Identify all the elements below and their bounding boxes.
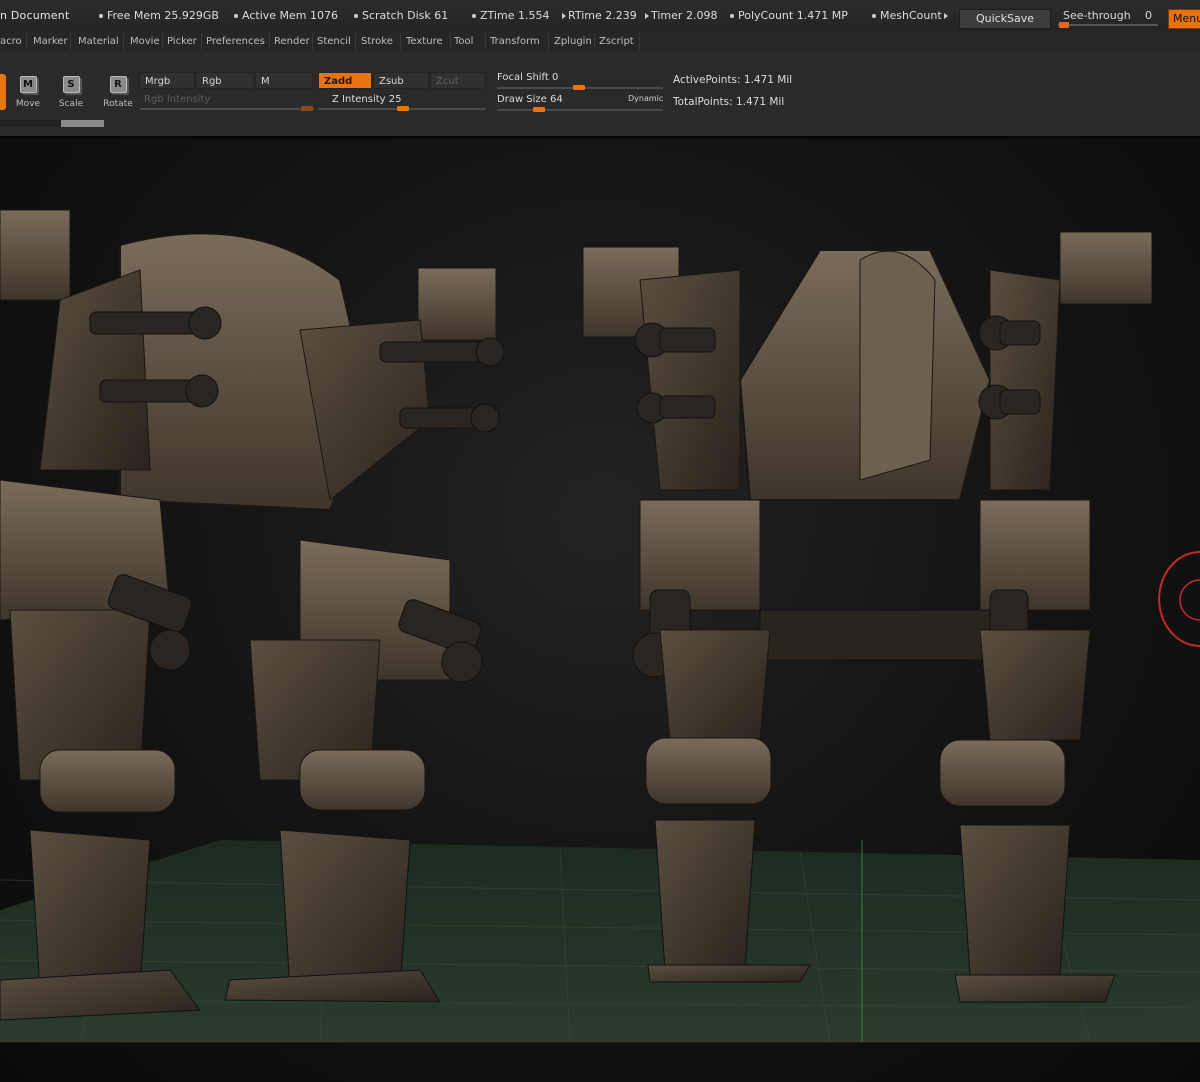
see-through-slider[interactable]: See-through 0 bbox=[1056, 6, 1164, 28]
edit-button[interactable] bbox=[0, 74, 6, 110]
menu-transform[interactable]: Transform bbox=[486, 33, 549, 50]
bullet-icon bbox=[354, 14, 358, 18]
see-through-label: See-through bbox=[1063, 9, 1131, 22]
bullet-icon bbox=[234, 14, 238, 18]
z-intensity-label: Z Intensity bbox=[332, 94, 386, 105]
transpose-gizmo[interactable] bbox=[1158, 551, 1200, 647]
m-button[interactable]: M bbox=[255, 72, 313, 89]
z-intensity-readout: Z Intensity 25 bbox=[332, 94, 401, 105]
zadd-button[interactable]: Zadd bbox=[318, 72, 372, 89]
see-through-handle[interactable] bbox=[1059, 22, 1069, 28]
stat-scratch-disk: Scratch Disk 61 bbox=[354, 9, 448, 22]
menu-render[interactable]: Render bbox=[270, 33, 313, 50]
arrow-icon bbox=[943, 13, 948, 19]
z-intensity-value: 25 bbox=[388, 94, 402, 105]
menu-zplugin[interactable]: Zplugin bbox=[550, 33, 595, 50]
menu-movie[interactable]: Movie bbox=[126, 33, 163, 50]
menu-tool[interactable]: Tool bbox=[450, 33, 486, 50]
z-intensity-handle[interactable] bbox=[397, 106, 409, 111]
rgb-button[interactable]: Rgb bbox=[196, 72, 254, 89]
rgb-intensity-label: Rgb Intensity bbox=[144, 94, 211, 105]
menu-texture[interactable]: Texture bbox=[402, 33, 451, 50]
active-points-value: 1.471 Mil bbox=[743, 74, 793, 86]
stat-timer: Timer 2.098 bbox=[643, 9, 717, 22]
rgb-intensity-handle[interactable] bbox=[301, 106, 313, 111]
menu-stroke[interactable]: Stroke bbox=[357, 33, 401, 50]
scale-key-icon: S bbox=[62, 76, 80, 93]
see-through-value: 0 bbox=[1145, 9, 1152, 22]
arrow-icon bbox=[645, 13, 649, 19]
menu-stencil[interactable]: Stencil bbox=[313, 33, 356, 50]
total-points-label: TotalPoints: bbox=[673, 96, 733, 108]
total-points-readout: TotalPoints: 1.471 Mil bbox=[673, 96, 784, 108]
shelf-scroll-handle[interactable] bbox=[61, 120, 104, 127]
tool-shelf: M Move S Scale R Rotate Mrgb Rgb M Rgb I… bbox=[0, 52, 1200, 136]
canvas-viewport[interactable] bbox=[0, 138, 1200, 1082]
dynamic-button[interactable]: Dynamic bbox=[628, 94, 663, 103]
status-bar: n Document Free Mem 25.929GB Active Mem … bbox=[0, 0, 1200, 31]
bullet-icon bbox=[872, 14, 876, 18]
menu-macro[interactable]: acro bbox=[0, 33, 27, 50]
bullet-icon bbox=[99, 14, 103, 18]
shelf-scrollbar[interactable] bbox=[0, 120, 104, 127]
active-points-label: ActivePoints: bbox=[673, 74, 741, 86]
arrow-icon bbox=[562, 13, 566, 19]
focal-shift-readout: Focal Shift 0 bbox=[497, 72, 558, 83]
move-label: Move bbox=[15, 99, 41, 109]
bullet-icon bbox=[730, 14, 734, 18]
focal-shift-value: 0 bbox=[552, 72, 559, 83]
move-key-icon: M bbox=[19, 76, 37, 93]
move-button[interactable]: M Move bbox=[10, 76, 46, 112]
stat-active-mem: Active Mem 1076 bbox=[234, 9, 338, 22]
stat-polycount: PolyCount 1.471 MP bbox=[730, 9, 848, 22]
mrgb-button[interactable]: Mrgb bbox=[139, 72, 195, 89]
document-title: n Document bbox=[0, 9, 70, 22]
menu-marker[interactable]: Marker bbox=[29, 33, 71, 50]
draw-size-handle[interactable] bbox=[533, 107, 545, 112]
menu-picker[interactable]: Picker bbox=[163, 33, 202, 50]
zcut-button[interactable]: Zcut bbox=[430, 72, 486, 89]
rotate-button[interactable]: R Rotate bbox=[100, 76, 136, 112]
rgb-intensity-slider[interactable] bbox=[140, 108, 314, 110]
active-points-readout: ActivePoints: 1.471 Mil bbox=[673, 74, 792, 86]
stat-free-mem: Free Mem 25.929GB bbox=[99, 9, 219, 22]
bullet-icon bbox=[472, 14, 476, 18]
scene-render bbox=[0, 209, 1200, 1043]
stat-rtime: RTime 2.239 bbox=[560, 9, 637, 22]
draw-size-value: 64 bbox=[550, 94, 563, 105]
stat-meshcount: MeshCount bbox=[872, 9, 950, 22]
menu-zscript[interactable]: Zscript bbox=[595, 33, 640, 50]
zsub-button[interactable]: Zsub bbox=[373, 72, 429, 89]
stat-ztime: ZTime 1.554 bbox=[472, 9, 549, 22]
menu-bar: acro Marker Material Movie Picker Prefer… bbox=[0, 30, 1200, 52]
total-points-value: 1.471 Mil bbox=[735, 96, 785, 108]
focal-shift-label: Focal Shift bbox=[497, 72, 549, 83]
menu-preferences[interactable]: Preferences bbox=[202, 33, 270, 50]
rotate-label: Rotate bbox=[103, 99, 133, 109]
menus-button[interactable]: Menus bbox=[1168, 9, 1200, 29]
rotate-key-icon: R bbox=[109, 76, 127, 93]
scale-button[interactable]: S Scale bbox=[53, 76, 89, 112]
draw-size-slider[interactable] bbox=[497, 109, 663, 111]
scale-label: Scale bbox=[58, 99, 84, 109]
quicksave-button[interactable]: QuickSave bbox=[959, 9, 1051, 29]
focal-shift-handle[interactable] bbox=[573, 85, 585, 90]
draw-size-label: Draw Size bbox=[497, 94, 547, 105]
see-through-track bbox=[1058, 24, 1158, 26]
draw-size-readout: Draw Size 64 bbox=[497, 94, 563, 105]
menu-material[interactable]: Material bbox=[74, 33, 124, 50]
